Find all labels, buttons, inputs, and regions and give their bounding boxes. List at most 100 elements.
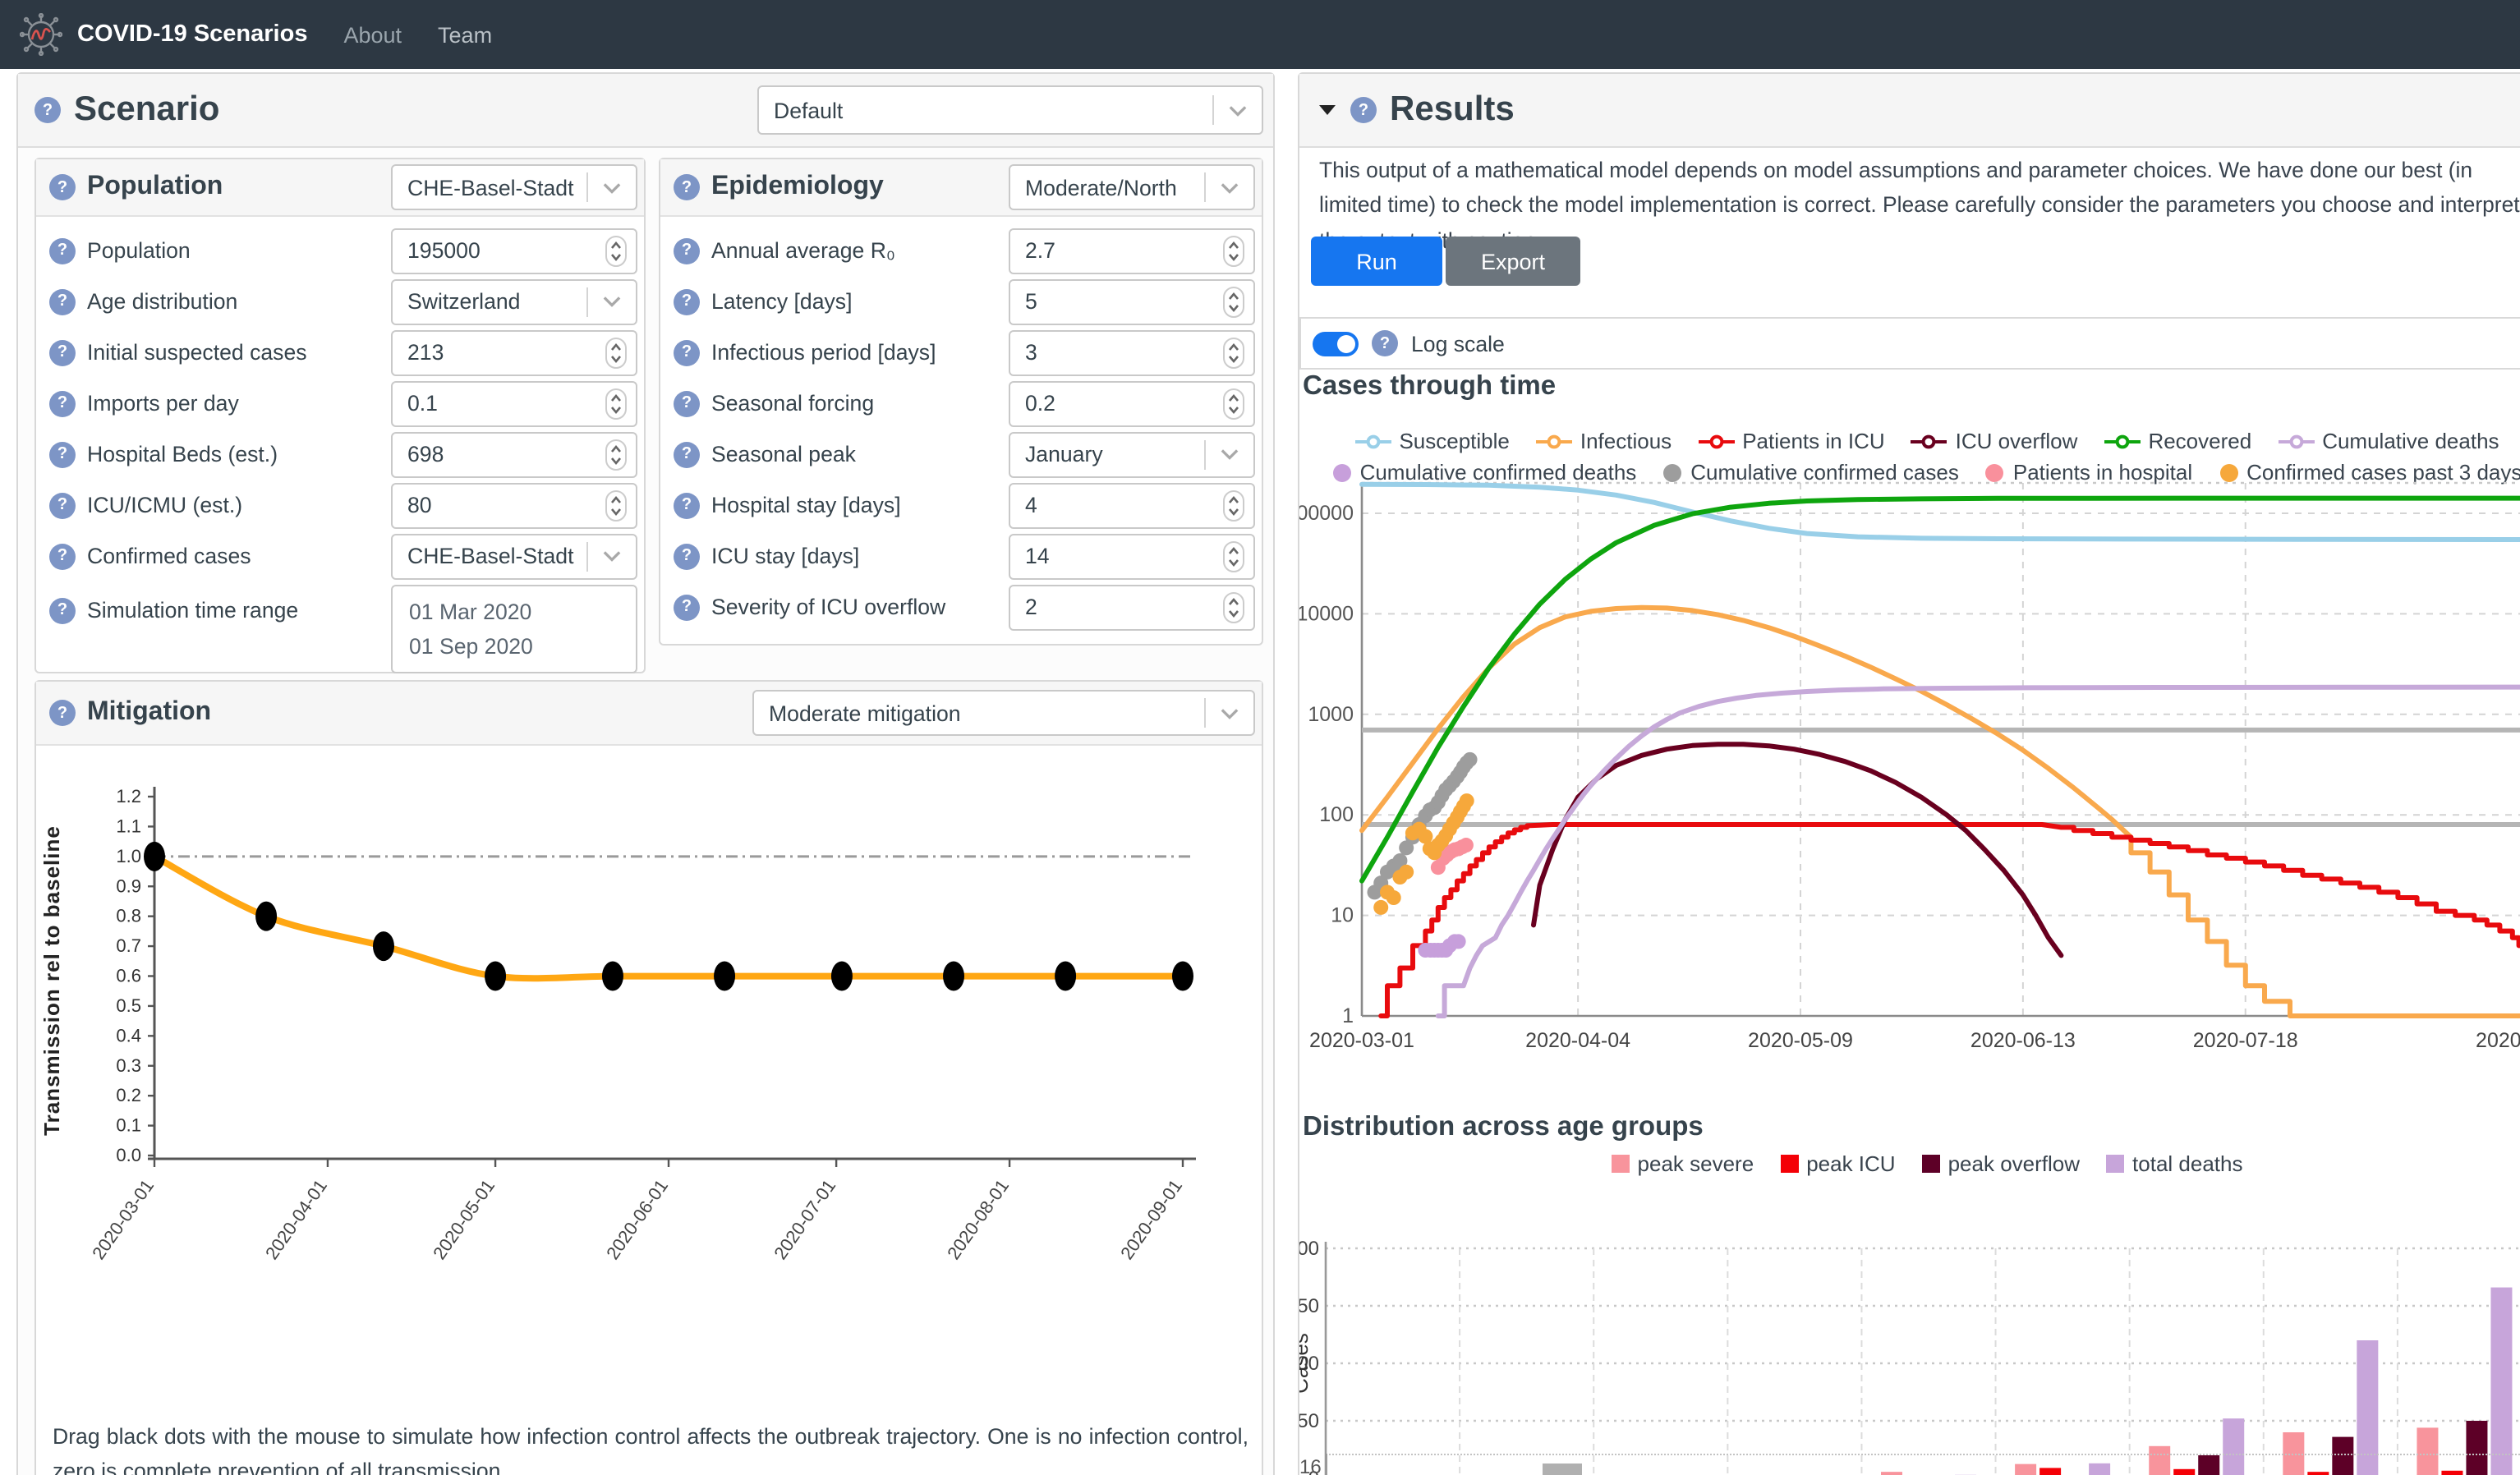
help-icon[interactable] [674,390,700,416]
stepper-icon[interactable] [1222,489,1245,522]
help-icon[interactable] [49,543,76,569]
log-scale-toggle[interactable] [1313,331,1359,356]
help-icon[interactable] [49,390,76,416]
help-icon[interactable] [49,700,76,726]
population-title: Population [87,172,391,202]
mitigation-drag-dot[interactable] [485,962,506,991]
svg-text:2020-07-01: 2020-07-01 [770,1176,839,1264]
latency-input[interactable]: 5 [1009,278,1255,324]
help-icon[interactable] [1350,97,1377,123]
field-row-hospital-beds: Hospital Beds (est.) 698 [49,429,637,480]
field-label: ICU stay [days] [711,544,859,568]
date-start[interactable]: 01 Mar 2020 [409,595,619,629]
r0-input[interactable]: 2.7 [1009,227,1255,273]
help-icon[interactable] [34,97,61,123]
help-icon[interactable] [674,441,700,467]
seasonal-peak-select[interactable]: January [1009,431,1255,477]
collapse-caret-icon[interactable] [1319,105,1336,115]
log-scale-row: Log scale [1299,317,2520,370]
field-label: Annual average R₀ [711,238,895,263]
initial-cases-input[interactable]: 213 [391,329,637,375]
mitigation-drag-dot[interactable] [714,962,735,991]
chevron-down-icon [603,550,621,562]
stepper-icon[interactable] [605,387,628,420]
field-row-latency: Latency [days] 5 [674,276,1255,327]
age-chart[interactable]: 025050075010000-910-1920-2930-3940-4950-… [1299,1165,2520,1475]
svg-text:2020-05-09: 2020-05-09 [1748,1029,1853,1052]
infectious-period-input[interactable]: 3 [1009,329,1255,375]
export-button[interactable]: Export [1446,237,1580,286]
scenario-title: Scenario [74,90,219,130]
help-icon[interactable] [1372,330,1398,356]
help-icon[interactable] [674,594,700,620]
help-icon[interactable] [49,597,76,623]
svg-text:10: 10 [1331,904,1354,927]
stepper-icon[interactable] [605,336,628,369]
help-icon[interactable] [674,288,700,315]
field-label: Infectious period [days] [711,340,936,365]
icu-overflow-severity-input[interactable]: 2 [1009,584,1255,630]
mitigation-drag-dot[interactable] [602,962,623,991]
run-button[interactable]: Run [1311,237,1442,286]
help-icon[interactable] [49,237,76,264]
stepper-icon[interactable] [1222,387,1245,420]
epidemiology-preset-select[interactable]: Moderate/North [1009,164,1255,210]
help-icon[interactable] [49,441,76,467]
mitigation-preset-select[interactable]: Moderate mitigation [752,690,1255,736]
age-distribution-select[interactable]: Switzerland [391,278,637,324]
field-row-seasonal-forcing: Seasonal forcing 0.2 [674,378,1255,429]
hospital-stay-input[interactable]: 4 [1009,482,1255,528]
help-icon[interactable] [674,492,700,518]
stepper-icon[interactable] [605,438,628,471]
stepper-icon[interactable] [1222,590,1245,623]
population-preset-select[interactable]: CHE-Basel-Stadt [391,164,637,210]
field-label: Hospital Beds (est.) [87,442,278,466]
confirmed-cases-select[interactable]: CHE-Basel-Stadt [391,533,637,579]
svg-text:750: 750 [1299,1295,1319,1317]
help-icon[interactable] [674,237,700,264]
help-icon[interactable] [674,339,700,365]
icu-stay-input[interactable]: 14 [1009,533,1255,579]
field-label: Confirmed cases [87,544,251,568]
mitigation-drag-dot[interactable] [255,902,277,931]
mitigation-drag-dot[interactable] [373,931,394,961]
imports-input[interactable]: 0.1 [391,380,637,426]
field-label: Severity of ICU overflow [711,595,945,619]
icu-beds-input[interactable]: 80 [391,482,637,528]
stepper-icon[interactable] [1222,285,1245,318]
mitigation-drag-dot[interactable] [144,842,165,871]
scenario-preset-select[interactable]: Default [757,85,1263,135]
virus-logo-icon[interactable] [20,13,62,56]
epidemiology-card: Epidemiology Moderate/North Annual avera… [659,158,1263,646]
svg-text:2020-06-01: 2020-06-01 [602,1176,672,1264]
stepper-icon[interactable] [1222,234,1245,267]
help-icon[interactable] [49,174,76,200]
stepper-icon[interactable] [605,234,628,267]
stepper-icon[interactable] [605,489,628,522]
cases-chart[interactable]: 1101001000100001000002020-03-012020-04-0… [1299,478,2520,1089]
field-row-confirmed-cases: Confirmed cases CHE-Basel-Stadt [49,531,637,581]
nav-team-link[interactable]: Team [438,22,492,47]
svg-text:0.1: 0.1 [116,1115,141,1136]
date-range-picker[interactable]: 01 Mar 2020 01 Sep 2020 [391,585,637,673]
stepper-icon[interactable] [1222,540,1245,572]
population-input[interactable]: 195000 [391,227,637,273]
help-icon[interactable] [674,174,700,200]
hospital-beds-input[interactable]: 698 [391,431,637,477]
svg-text:100000: 100000 [1299,502,1354,525]
svg-text:0.4: 0.4 [116,1025,141,1045]
help-icon[interactable] [49,492,76,518]
help-icon[interactable] [49,339,76,365]
seasonal-forcing-input[interactable]: 0.2 [1009,380,1255,426]
help-icon[interactable] [49,288,76,315]
help-icon[interactable] [674,543,700,569]
mitigation-drag-dot[interactable] [831,962,853,991]
mitigation-drag-dot[interactable] [1055,962,1076,991]
mitigation-chart[interactable]: 0.00.10.20.30.40.50.60.70.80.91.01.11.22… [36,751,1265,1411]
mitigation-drag-dot[interactable] [1172,962,1193,991]
mitigation-drag-dot[interactable] [943,962,964,991]
legend-item: Infectious [1536,429,1672,453]
date-end[interactable]: 01 Sep 2020 [409,629,619,664]
stepper-icon[interactable] [1222,336,1245,369]
nav-about-link[interactable]: About [343,22,402,47]
